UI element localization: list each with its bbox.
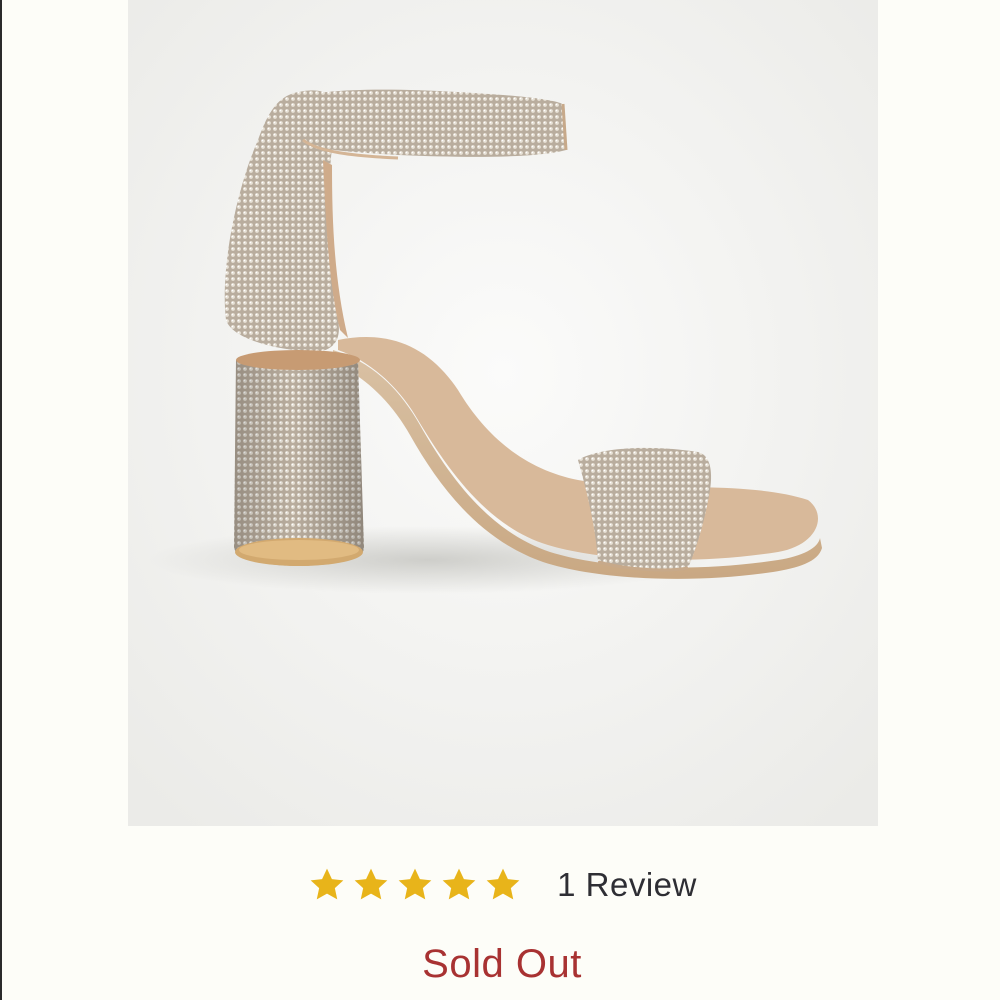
review-count-link[interactable]: 1 Review bbox=[557, 866, 697, 904]
product-page: 1 Review Sold Out bbox=[0, 0, 1000, 1000]
star-icon bbox=[354, 868, 388, 900]
rating-row: 1 Review bbox=[2, 858, 1000, 912]
star-icon bbox=[398, 868, 432, 900]
star-icon bbox=[310, 868, 344, 900]
product-image[interactable] bbox=[128, 0, 878, 826]
star-rating[interactable] bbox=[307, 865, 523, 905]
star-icon bbox=[442, 868, 476, 900]
sold-out-status: Sold Out bbox=[422, 942, 582, 986]
star-icon bbox=[486, 868, 520, 900]
